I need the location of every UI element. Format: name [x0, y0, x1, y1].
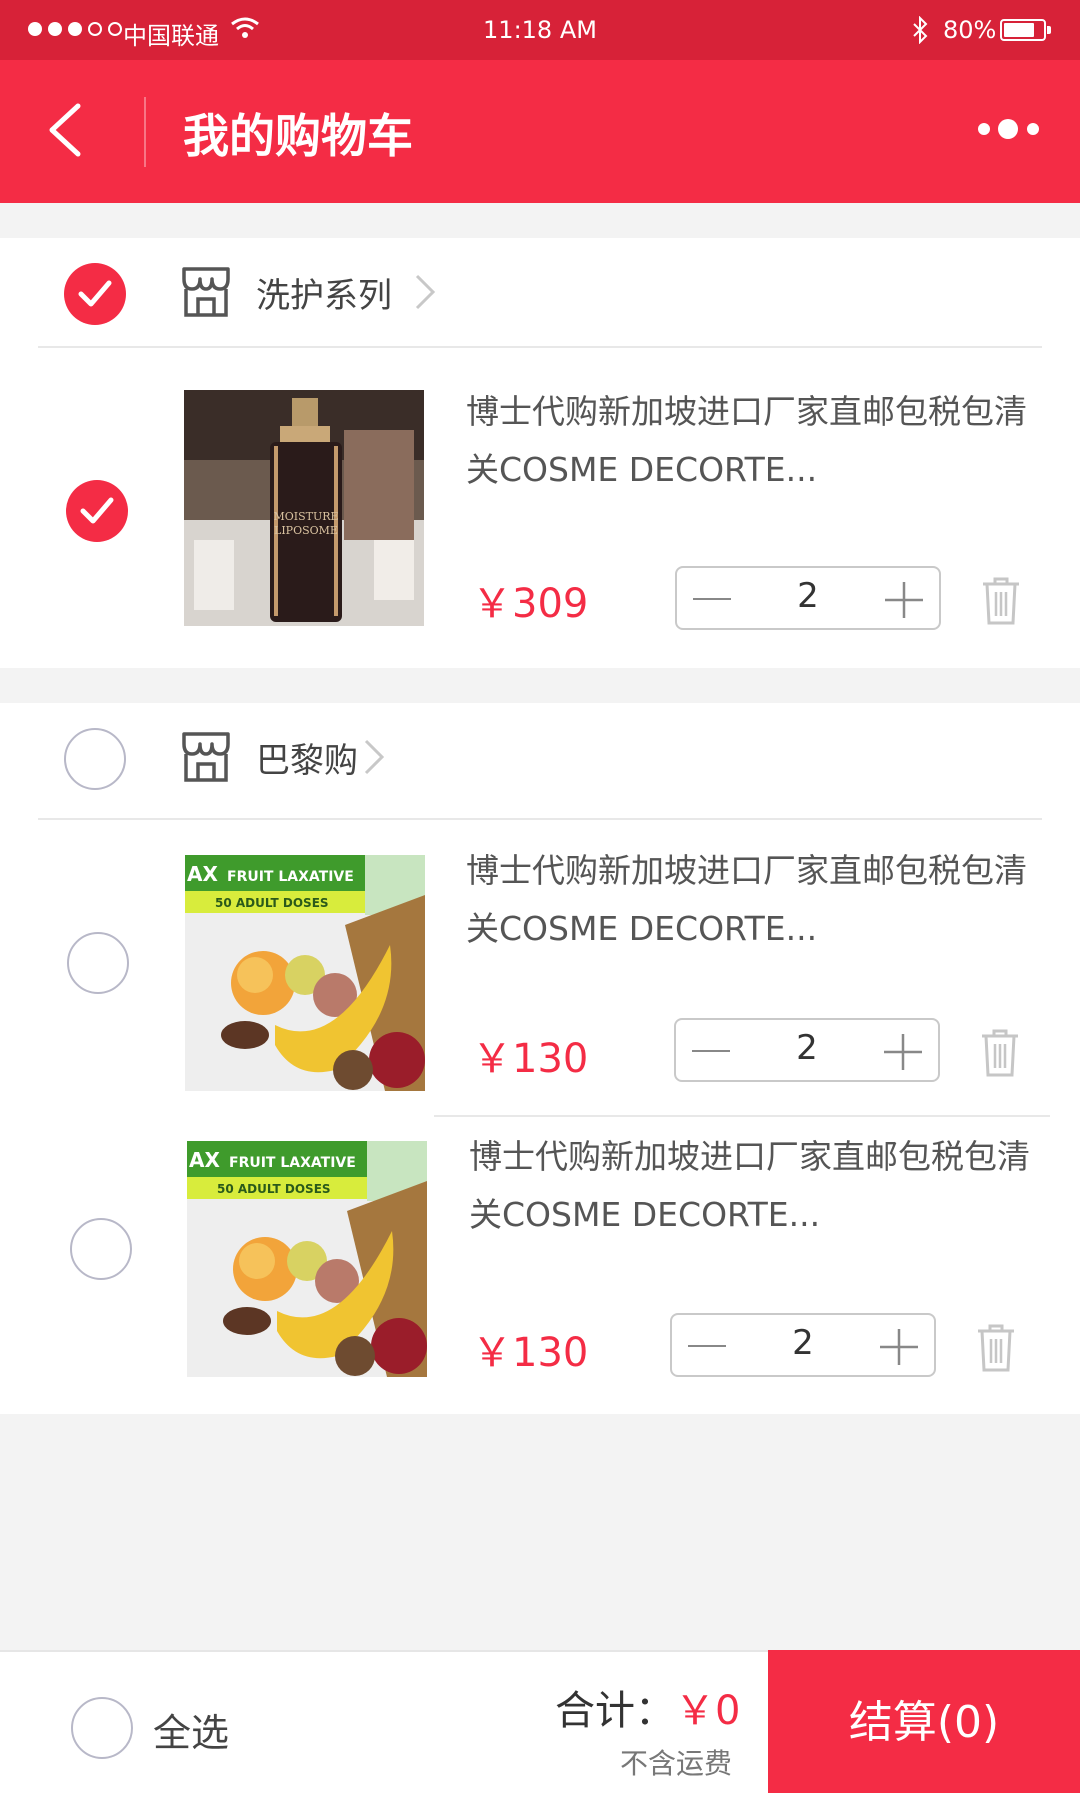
- battery-icon: [1000, 19, 1051, 41]
- minus-icon[interactable]: [693, 598, 731, 600]
- plus-icon[interactable]: [880, 1329, 918, 1365]
- quantity-value[interactable]: 2: [756, 1028, 858, 1068]
- shop-header[interactable]: 洗护系列: [0, 238, 1080, 346]
- shipping-note: 不含运费: [620, 1747, 733, 1780]
- total-value: ￥0: [675, 1688, 741, 1734]
- shop-checkbox[interactable]: [64, 728, 126, 790]
- check-icon: [78, 280, 112, 307]
- total-label: 合计：: [555, 1688, 675, 1734]
- product-price: ￥130: [472, 1036, 589, 1082]
- svg-text:AX: AX: [189, 1148, 220, 1172]
- battery-percent: 80%: [943, 16, 997, 44]
- shop-group-1: 巴黎购 AX FRUIT LAXATIVE 50 ADULT DOSES 博士代…: [0, 703, 1080, 1414]
- plus-icon[interactable]: [885, 582, 923, 618]
- shop-name: 巴黎购: [256, 741, 358, 781]
- divider: [434, 1115, 1050, 1117]
- shop-header[interactable]: 巴黎购: [0, 703, 1080, 811]
- item-checkbox[interactable]: [67, 932, 129, 994]
- back-button[interactable]: [40, 98, 100, 162]
- shop-group-0: 洗护系列 MOISTURE LIPOSOME 博士代购新加坡进口厂家直邮包税包清…: [0, 238, 1080, 668]
- item-checkbox[interactable]: [66, 480, 128, 542]
- check-icon: [80, 497, 114, 524]
- item-checkbox[interactable]: [70, 1218, 132, 1280]
- quantity-stepper: 2: [675, 566, 941, 630]
- svg-text:MOISTURE: MOISTURE: [273, 510, 338, 523]
- product-image[interactable]: AX FRUIT LAXATIVE 50 ADULT DOSES: [187, 1141, 427, 1377]
- nav-header: 我的购物车: [0, 60, 1080, 203]
- trash-icon[interactable]: [980, 1028, 1020, 1078]
- trash-icon[interactable]: [981, 576, 1021, 626]
- quantity-value[interactable]: 2: [757, 576, 859, 616]
- minus-icon[interactable]: [688, 1345, 726, 1347]
- trash-icon[interactable]: [976, 1323, 1016, 1373]
- store-icon: [182, 732, 230, 782]
- page-title: 我的购物车: [183, 109, 413, 163]
- checkout-bar: 全选 合计：￥0 不含运费 结算(0): [0, 1650, 1080, 1793]
- product-title[interactable]: 博士代购新加坡进口厂家直邮包税包清关COSME DECORTE...: [466, 383, 1046, 499]
- product-price: ￥309: [472, 581, 589, 627]
- more-icon: [978, 119, 1039, 139]
- product-title[interactable]: 博士代购新加坡进口厂家直邮包税包清关COSME DECORTE...: [469, 1128, 1049, 1244]
- header-divider: [144, 97, 146, 167]
- shop-checkbox[interactable]: [64, 263, 126, 325]
- more-button[interactable]: [976, 114, 1046, 144]
- minus-icon[interactable]: [692, 1050, 730, 1052]
- quantity-stepper: 2: [670, 1313, 936, 1377]
- svg-text:FRUIT LAXATIVE: FRUIT LAXATIVE: [227, 869, 354, 885]
- divider: [38, 818, 1042, 820]
- product-price: ￥130: [472, 1330, 589, 1376]
- svg-text:LIPOSOME: LIPOSOME: [274, 524, 338, 537]
- back-arrow-icon: [49, 103, 81, 157]
- product-title[interactable]: 博士代购新加坡进口厂家直邮包税包清关COSME DECORTE...: [466, 842, 1046, 958]
- select-all-checkbox[interactable]: [71, 1697, 133, 1759]
- svg-text:50 ADULT DOSES: 50 ADULT DOSES: [217, 1182, 331, 1196]
- chevron-right-icon: [364, 739, 385, 775]
- svg-text:FRUIT LAXATIVE: FRUIT LAXATIVE: [229, 1155, 356, 1171]
- status-bar: 中国联通 11:18 AM 80%: [0, 0, 1080, 60]
- svg-text:50 ADULT DOSES: 50 ADULT DOSES: [215, 896, 329, 910]
- divider: [38, 346, 1042, 348]
- svg-text:AX: AX: [187, 862, 218, 886]
- select-all-label[interactable]: 全选: [153, 1702, 229, 1757]
- quantity-value[interactable]: 2: [752, 1323, 854, 1363]
- product-image[interactable]: MOISTURE LIPOSOME: [184, 390, 424, 626]
- store-icon: [182, 267, 230, 317]
- product-image[interactable]: AX FRUIT LAXATIVE 50 ADULT DOSES: [185, 855, 425, 1091]
- chevron-right-icon: [415, 274, 436, 310]
- bluetooth-icon: [910, 15, 930, 50]
- plus-icon[interactable]: [884, 1034, 922, 1070]
- checkout-button[interactable]: 结算(0): [768, 1650, 1080, 1793]
- shop-name: 洗护系列: [256, 276, 392, 316]
- total-price: 合计：￥0: [555, 1678, 740, 1736]
- quantity-stepper: 2: [674, 1018, 940, 1082]
